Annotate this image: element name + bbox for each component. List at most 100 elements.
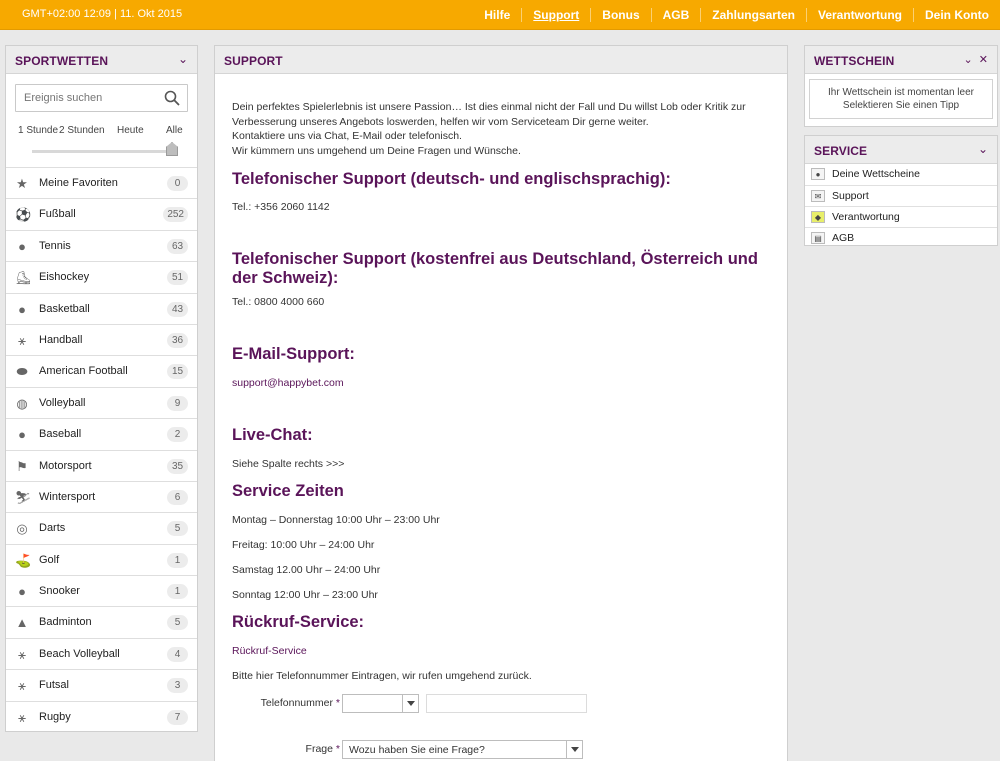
count-badge: 3 xyxy=(167,678,188,694)
nav-zahlungsarten[interactable]: Zahlungsarten xyxy=(700,8,806,22)
count-badge: 5 xyxy=(167,615,188,631)
range-2-stunden[interactable]: 2 Stunden xyxy=(59,125,105,136)
phone-intl-number: Tel.: +356 2060 1142 xyxy=(232,201,330,213)
service-title: SERVICE xyxy=(814,144,868,158)
sport-item-fussball[interactable]: ⚽ Fußball 252 xyxy=(6,198,197,229)
service-item-support[interactable]: ✉ Support xyxy=(805,185,997,206)
chevron-down-icon[interactable]: ⌄ xyxy=(963,54,972,66)
service-panel: SERVICE ⌄ ● Deine Wettscheine ✉ Support ◆ V… xyxy=(804,135,998,246)
sport-item-motorsport[interactable]: ⚑ Motorsport 35 xyxy=(6,449,197,481)
hours-line: Montag – Donnerstag 10:00 Uhr – 23:00 Uh… xyxy=(232,514,440,526)
sport-item-darts[interactable]: ◎ Darts 5 xyxy=(6,512,197,543)
sport-item-beach-volleyball[interactable]: ⚹ Beach Volleyball 4 xyxy=(6,637,197,669)
service-item-deine-wettscheine[interactable]: ● Deine Wettscheine xyxy=(805,164,997,185)
event-search xyxy=(15,84,188,112)
service-list: ● Deine Wettscheine ✉ Support ◆ Verantwortu… xyxy=(805,164,997,248)
hours-line: Samstag 12.00 Uhr – 24:00 Uhr xyxy=(232,564,381,576)
chevron-down-icon[interactable]: ⌄ xyxy=(978,142,988,156)
sport-item-eishockey[interactable]: ⛸ Eishockey 51 xyxy=(6,261,197,292)
beach-volleyball-icon: ⚹ xyxy=(18,646,26,662)
nav-support[interactable]: Support xyxy=(521,8,590,22)
rugby-icon: ⚹ xyxy=(18,709,26,725)
email-heading: E-Mail-Support: xyxy=(232,345,355,363)
dropdown-arrow-icon[interactable] xyxy=(402,695,418,712)
checkered-flag-icon: ⚑ xyxy=(16,458,28,474)
sport-item-american-football[interactable]: ⬬ American Football 15 xyxy=(6,355,197,386)
hours-heading: Service Zeiten xyxy=(232,482,344,500)
count-badge: 51 xyxy=(167,270,188,286)
sport-item-futsal[interactable]: ⚹ Futsal 3 xyxy=(6,669,197,700)
sport-item-tennis[interactable]: ● Tennis 63 xyxy=(6,229,197,261)
handball-icon: ⚹ xyxy=(18,332,26,348)
ice-hockey-icon: ⛸ xyxy=(15,270,32,286)
range-heute[interactable]: Heute xyxy=(117,125,144,136)
sport-item-baseball[interactable]: ● Baseball 2 xyxy=(6,418,197,449)
page-title: SUPPORT xyxy=(224,54,283,68)
nav-hilfe[interactable]: Hilfe xyxy=(473,8,521,22)
sidebar-header[interactable]: SPORTWETTEN ⌄ xyxy=(6,46,197,74)
search-input[interactable] xyxy=(16,85,156,111)
envelope-icon: ✉ xyxy=(811,190,825,202)
question-label: Frage * xyxy=(305,743,340,755)
futsal-icon: ⚹ xyxy=(18,678,26,694)
range-1-stunde[interactable]: 1 Stunde xyxy=(18,125,58,136)
chevron-down-icon[interactable]: ⌄ xyxy=(178,52,188,66)
sport-item-rugby[interactable]: ⚹ Rugby 7 xyxy=(6,700,197,732)
service-item-verantwortung[interactable]: ◆ Verantwortung xyxy=(805,206,997,227)
sport-item-handball[interactable]: ⚹ Handball 36 xyxy=(6,323,197,355)
phone-prefix-select[interactable] xyxy=(342,694,419,713)
clock-date: GMT+02:00 12:09 | 11. Okt 2015 xyxy=(22,8,183,20)
callback-text: Bitte hier Telefonnummer Eintragen, wir … xyxy=(232,670,532,682)
nav-verantwortung[interactable]: Verantwortung xyxy=(805,8,913,22)
count-badge: 9 xyxy=(167,395,188,411)
sport-item-wintersport[interactable]: ⛷ Wintersport 6 xyxy=(6,480,197,512)
callback-link[interactable]: Rückruf-Service xyxy=(232,645,307,657)
chat-heading: Live-Chat: xyxy=(232,426,313,444)
sport-item-basketball[interactable]: ● Basketball 43 xyxy=(6,292,197,324)
phone-number-input[interactable] xyxy=(426,694,587,713)
phone-free-number: Tel.: 0800 4000 660 xyxy=(232,296,325,308)
sport-item-volleyball[interactable]: ◍ Volleyball 9 xyxy=(6,386,197,418)
intro-text: Dein perfektes Spielerlebnis ist unsere … xyxy=(232,101,746,157)
shuttlecock-icon: ▲ xyxy=(15,615,29,631)
nav-agb[interactable]: AGB xyxy=(650,8,701,22)
service-item-agb[interactable]: ▤ AGB xyxy=(805,227,997,248)
time-range-slider[interactable] xyxy=(32,150,178,153)
count-badge: 35 xyxy=(167,458,188,474)
count-badge: 36 xyxy=(167,332,188,348)
nav-dein-konto[interactable]: Dein Konto xyxy=(913,8,1000,22)
sports-sidebar: SPORTWETTEN ⌄ 1 Stunde 2 Stunden Heute A… xyxy=(5,45,198,732)
question-select[interactable]: Wozu haben Sie eine Frage? xyxy=(342,740,583,759)
service-header[interactable]: SERVICE ⌄ xyxy=(805,136,997,164)
top-nav: Hilfe Support Bonus AGB Zahlungsarten Ve… xyxy=(473,0,1000,30)
tennis-icon: ● xyxy=(18,238,26,254)
count-badge: 0 xyxy=(167,176,188,191)
count-badge: 6 xyxy=(167,489,188,505)
sports-list: ★ Meine Favoriten 0 ⚽ Fußball 252 ● Tennis 63 … xyxy=(6,167,197,732)
sport-item-golf[interactable]: ⛳ Golf 1 xyxy=(6,543,197,575)
dartboard-icon: ◎ xyxy=(16,521,28,537)
count-badge: 2 xyxy=(167,427,188,443)
count-badge: 1 xyxy=(167,584,188,600)
sport-item-meine-favoriten[interactable]: ★ Meine Favoriten 0 xyxy=(6,167,197,198)
betslip-empty-message: Ihr Wettschein ist momentan leer Selekti… xyxy=(809,79,993,119)
range-alle[interactable]: Alle xyxy=(166,125,183,136)
email-link[interactable]: support@happybet.com xyxy=(232,377,344,389)
close-icon[interactable]: ✕ xyxy=(979,54,988,66)
sport-item-badminton[interactable]: ▲ Badminton 5 xyxy=(6,606,197,637)
sport-item-snooker[interactable]: ● Snooker 1 xyxy=(6,575,197,606)
football-icon: ⚽ xyxy=(15,207,32,223)
book-icon: ▤ xyxy=(811,232,825,244)
count-badge: 43 xyxy=(167,301,188,317)
user-icon: ● xyxy=(811,168,825,180)
volleyball-icon: ◍ xyxy=(16,395,28,411)
support-panel: SUPPORT Dein perfektes Spielerlebnis ist… xyxy=(214,45,788,761)
count-badge: 7 xyxy=(167,709,188,725)
nav-bonus[interactable]: Bonus xyxy=(590,8,650,22)
count-badge: 15 xyxy=(167,364,188,380)
search-icon[interactable] xyxy=(164,90,180,106)
dropdown-arrow-icon[interactable] xyxy=(566,741,582,758)
question-select-value: Wozu haben Sie eine Frage? xyxy=(349,744,485,756)
golf-icon: ⛳ xyxy=(15,552,32,568)
slider-handle[interactable] xyxy=(166,142,178,156)
